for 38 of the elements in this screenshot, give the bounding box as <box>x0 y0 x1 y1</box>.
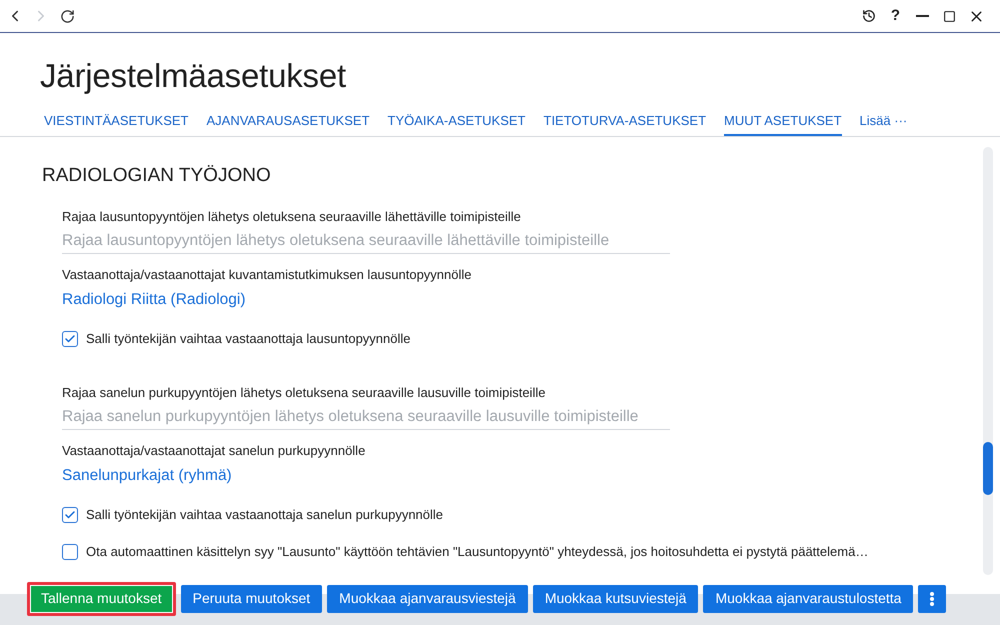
page-title: Järjestelmäasetukset <box>40 56 346 96</box>
field-label: Rajaa lausuntopyyntöjen lähetys oletuksena seuraaville lähettäville toimipisteille <box>62 208 521 226</box>
help-button[interactable]: ? <box>882 3 909 29</box>
recipient-link[interactable]: Radiologi Riitta (Radiologi) <box>62 289 246 311</box>
checkbox[interactable] <box>62 331 78 347</box>
save-button[interactable]: Tallenna muutokset <box>27 582 176 616</box>
check-icon <box>64 333 76 345</box>
more-tab[interactable]: Lisää ··· <box>860 111 908 136</box>
maximize-icon <box>943 10 956 22</box>
action-button[interactable]: Peruuta muutokset <box>180 584 322 612</box>
recipient-link[interactable]: Sanelunpurkajat (ryhmä) <box>62 465 232 487</box>
scrollbar[interactable] <box>983 147 993 575</box>
field-label: Vastaanottaja/vastaanottajat kuvantamistutkimuksen lausuntopyynnölle <box>62 266 472 284</box>
checkbox[interactable] <box>62 507 78 523</box>
checkbox-label: Salli työntekijän vaihtaa vastaanottaja sanelun purkupyynnölle <box>86 506 444 524</box>
tab[interactable]: AJANVARAUSASETUKSET <box>206 111 370 136</box>
action-button[interactable]: Muokkaa kutsuviestejä <box>532 584 698 612</box>
input-field[interactable]: Rajaa sanelun purkupyyntöjen lähetys oletuksena seuraaville lausuville toimipisteille <box>62 406 670 430</box>
minimize-icon <box>916 15 929 17</box>
more-icon <box>930 592 934 606</box>
scrollbar-thumb[interactable] <box>983 442 993 495</box>
tab[interactable]: MUUT ASETUKSET <box>724 111 842 136</box>
input-field[interactable]: Rajaa lausuntopyyntöjen lähetys oletuksena seuraaville lähettäville toimipisteille <box>62 230 670 254</box>
tab[interactable]: VIESTINTÄASETUKSET <box>44 111 188 136</box>
check-icon <box>64 509 76 521</box>
checkbox-label: Ota automaattinen käsittelyn syy "Lausunto" käyttöön tehtävien "Lausuntopyyntö" yhteydessä, jos hoitosuhdetta ei pystytä päättelemä… <box>86 543 868 561</box>
history-icon <box>862 9 876 23</box>
more-options-button[interactable] <box>918 584 946 612</box>
field-label: Rajaa sanelun purkupyyntöjen lähetys oletuksena seuraaville lausuville toimipisteille <box>62 384 546 402</box>
checkbox-label: Salli työntekijän vaihtaa vastaanottaja lausuntopyynnölle <box>86 330 410 348</box>
field-label: Vastaanottaja/vastaanottajat sanelun purkupyynnölle <box>62 442 366 460</box>
tab[interactable]: TIETOTURVA-ASETUKSET <box>544 111 706 136</box>
tab[interactable]: TYÖAIKA-ASETUKSET <box>388 111 526 136</box>
refresh-icon <box>60 8 74 24</box>
section-heading: RADIOLOGIAN TYÖJONO <box>42 164 271 188</box>
action-button[interactable]: Muokkaa ajanvaraustulostetta <box>703 584 914 612</box>
checkbox[interactable] <box>62 544 78 560</box>
action-button[interactable]: Muokkaa ajanvarausviestejä <box>327 584 528 612</box>
